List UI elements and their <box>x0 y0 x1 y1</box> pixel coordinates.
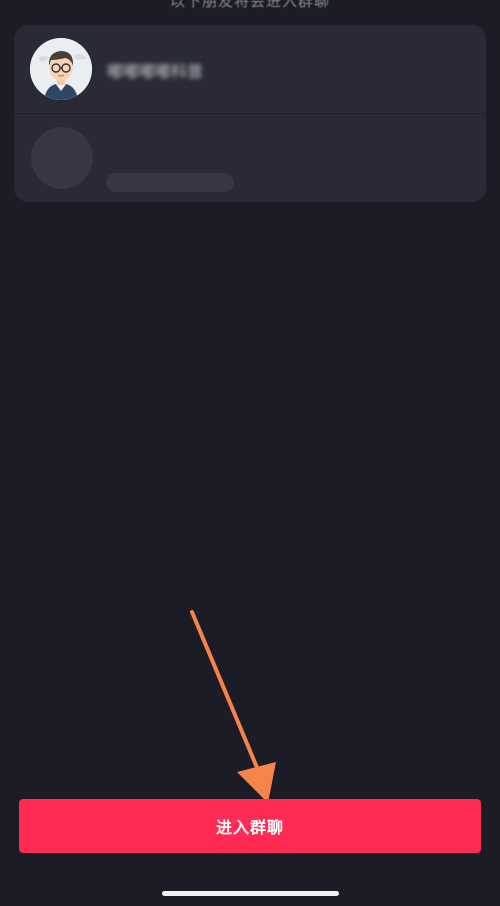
home-indicator <box>162 891 339 896</box>
member-row-loading <box>14 114 486 202</box>
member-name: 嘟嘟嘟嘟科普 <box>107 62 204 81</box>
avatar <box>30 38 92 100</box>
member-row[interactable]: 嘟嘟嘟嘟科普 <box>14 25 486 114</box>
name-placeholder-bar <box>106 173 234 192</box>
avatar-placeholder <box>31 127 93 189</box>
header-hint: 以下朋友将会进入群聊 <box>169 0 330 10</box>
cartoon-avatar-icon <box>30 38 92 100</box>
members-card: 嘟嘟嘟嘟科普 <box>14 25 486 202</box>
join-group-button[interactable]: 进入群聊 <box>19 799 481 853</box>
